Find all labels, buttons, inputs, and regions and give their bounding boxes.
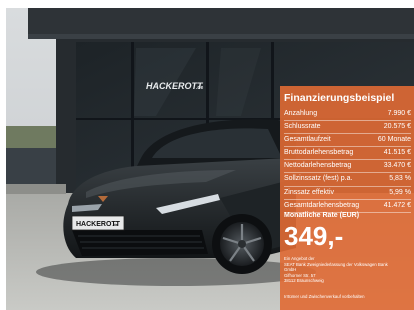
grille [72, 230, 208, 256]
building-sign-suffix: .de [196, 85, 203, 91]
financing-panel: Finanzierungsbeispiel Anzahlung 7.990 € … [280, 86, 414, 310]
finance-row-label: Schlussrate [284, 123, 321, 131]
listing-image: HACKEROTT .de HACKEROTT .de Finanzierung… [0, 0, 414, 310]
finance-row-value: 60 Monate [377, 136, 411, 144]
lender-info: Ein Angebot der SEAT Bank Zweigniederlas… [284, 256, 412, 284]
finance-row-value: 33.470 € [383, 162, 411, 170]
finance-row-value: 5,83 % [389, 175, 411, 183]
monthly-rate-value: 349,- [284, 221, 344, 251]
building-roof [28, 8, 414, 34]
finance-row: Nettodarlehensbetrag 33.470 € [284, 160, 411, 174]
trees [6, 126, 56, 148]
finance-row-value: 7.990 € [387, 110, 411, 117]
finance-row-label: Nettodarlehensbetrag [284, 162, 352, 170]
financing-table: Anzahlung 7.990 € Schlussrate 20.575 € G… [284, 108, 411, 213]
car-shadow [36, 258, 316, 286]
finance-row: Sollzinssatz (fest) p.a. 5,83 % [284, 173, 411, 187]
finance-row: Gesamtdarlehensbetrag 41.472 € [284, 200, 411, 213]
license-plate-suffix: .de [112, 222, 119, 227]
disclaimer: Irrtümer und Zwischenverkauf vorbehalten [284, 294, 365, 299]
finance-row-value: 20.575 € [383, 123, 411, 131]
monthly-rate-label: Monatliche Rate (EUR) [284, 212, 360, 219]
finance-row-label: Gesamtdarlehensbetrag [284, 201, 360, 209]
finance-row: Bruttodarlehensbetrag 41.515 € [284, 147, 411, 161]
finance-row: Anzahlung 7.990 € [284, 108, 411, 122]
finance-row: Schlussrate 20.575 € [284, 121, 411, 135]
finance-row-label: Zinssatz effektiv [284, 188, 335, 196]
finance-row-value: 41.515 € [383, 149, 411, 157]
side-wall [6, 148, 56, 184]
finance-row-value: 41.472 € [383, 201, 411, 209]
finance-row-label: Gesamtlaufzeit [284, 136, 331, 144]
finance-row: Gesamtlaufzeit 60 Monate [284, 134, 411, 148]
finance-row-value: 5,99 % [389, 188, 411, 196]
finance-row: Zinssatz effektiv 5,99 % [284, 187, 411, 200]
finance-row-label: Bruttodarlehensbetrag [284, 149, 354, 157]
finance-row-label: Anzahlung [284, 110, 318, 117]
finance-row-label: Sollzinssatz (fest) p.a. [284, 175, 353, 183]
lender-line: 38112 Braunschweig [284, 278, 324, 283]
financing-title: Finanzierungsbeispiel [284, 92, 395, 104]
